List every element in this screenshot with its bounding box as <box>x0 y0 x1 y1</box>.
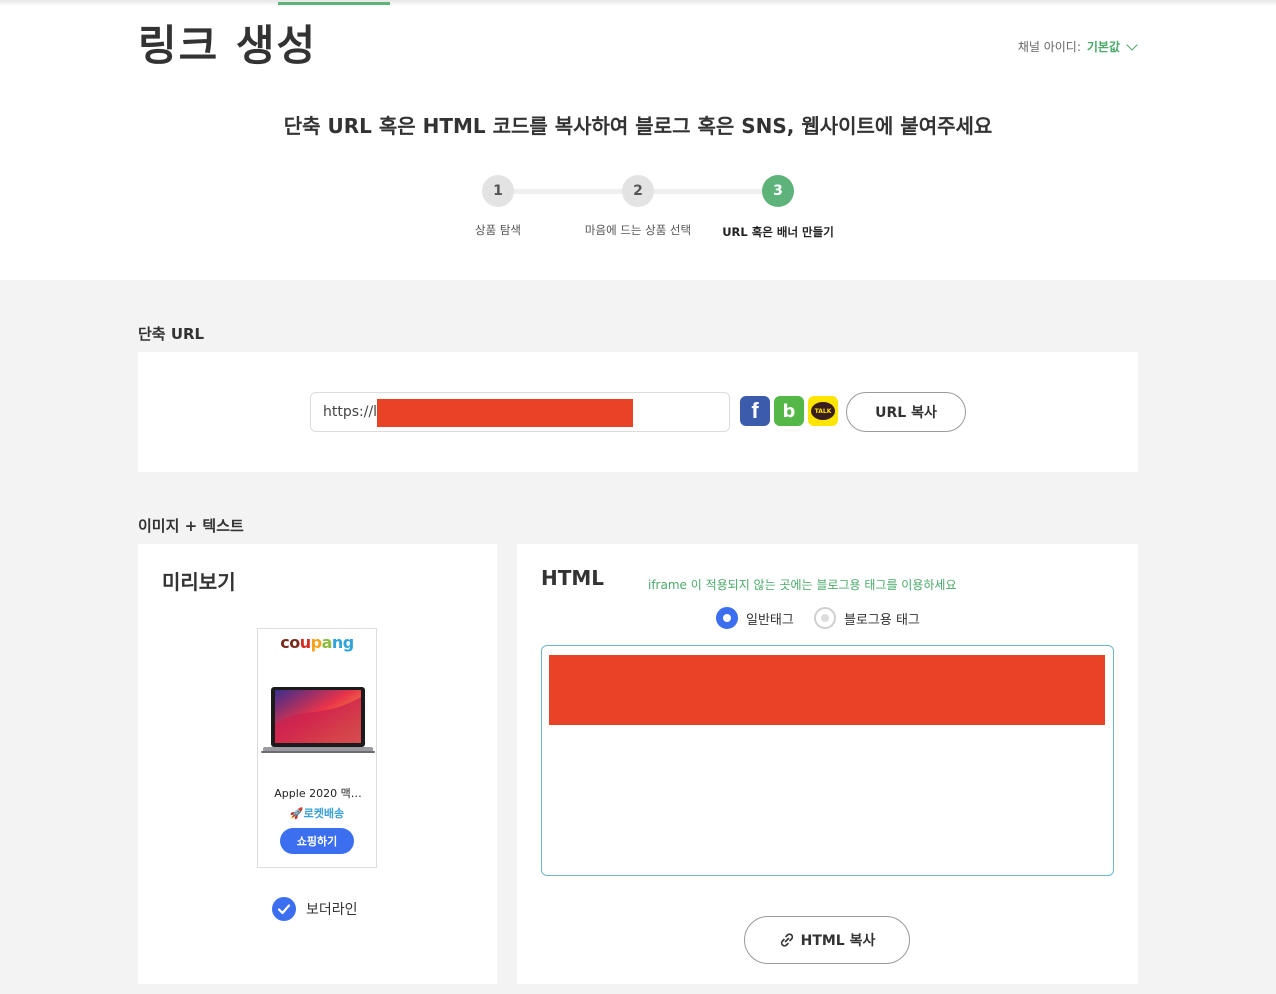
shop-button[interactable]: 쇼핑하기 <box>280 828 354 854</box>
check-icon[interactable] <box>272 897 296 921</box>
radio-blog-label: 블로그용 태그 <box>844 612 920 628</box>
coupang-logo: coupang <box>280 633 354 652</box>
page-title: 링크 생성 <box>138 21 318 70</box>
html-hint: iframe 이 적용되지 않는 곳에는 블로그용 태그를 이용하세요 <box>648 578 957 592</box>
product-banner[interactable]: coupang Apple 2020 맥… 🚀로켓배송 쇼핑하기 <box>257 628 377 868</box>
radio-unselected-icon[interactable] <box>814 607 836 629</box>
radio-selected-icon[interactable] <box>716 607 738 629</box>
laptop-product-image <box>261 687 375 753</box>
top-shadow <box>0 0 1276 6</box>
product-name: Apple 2020 맥… <box>274 787 362 800</box>
border-checkbox-label: 보더라인 <box>306 902 358 918</box>
step-3-label: URL 혹은 배너 만들기 <box>722 225 834 239</box>
chevron-down-icon[interactable] <box>1126 38 1138 51</box>
html-copy-button[interactable]: HTML 복사 <box>744 916 910 964</box>
radio-general-tag[interactable]: 일반태그 <box>716 607 794 629</box>
step-1-circle: 1 <box>482 175 514 207</box>
preview-title: 미리보기 <box>162 570 236 594</box>
short-url-section-title: 단축 URL <box>138 325 205 343</box>
channel-selector[interactable]: 채널 아이디: 기본값 <box>1017 38 1138 55</box>
kakaotalk-text: TALK <box>811 402 835 420</box>
link-icon <box>780 933 793 947</box>
step-3-circle: 3 <box>762 175 794 207</box>
image-text-section-title: 이미지 + 텍스트 <box>138 517 244 535</box>
step-2-circle: 2 <box>622 175 654 207</box>
channel-value[interactable]: 기본값 <box>1087 38 1120 55</box>
facebook-share-icon[interactable]: f <box>740 396 770 426</box>
rocket-delivery-badge: 🚀로켓배송 <box>289 807 345 820</box>
nav-active-indicator <box>278 2 390 5</box>
band-share-icon[interactable]: b <box>774 396 804 426</box>
redacted-html-code <box>549 655 1105 725</box>
url-copy-button[interactable]: URL 복사 <box>846 392 966 432</box>
html-title: HTML <box>541 566 605 590</box>
redacted-url <box>377 399 633 427</box>
radio-general-label: 일반태그 <box>746 612 794 628</box>
page-subtitle: 단축 URL 혹은 HTML 코드를 복사하여 블로그 혹은 SNS, 웹사이트… <box>283 114 993 138</box>
short-url-value: https://li <box>323 404 381 420</box>
channel-label: 채널 아이디: <box>1017 40 1081 54</box>
border-checkbox[interactable]: 보더라인 <box>272 897 358 921</box>
kakaotalk-share-icon[interactable]: TALK <box>808 396 838 426</box>
radio-blog-tag[interactable]: 블로그용 태그 <box>814 607 920 629</box>
html-copy-label: HTML 복사 <box>800 933 876 949</box>
